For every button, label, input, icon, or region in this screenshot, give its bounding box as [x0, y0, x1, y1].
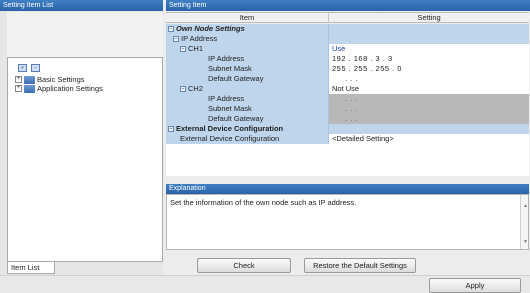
setting-cell: [329, 124, 529, 134]
expand-icon[interactable]: +: [15, 85, 22, 92]
column-header-setting: Setting: [417, 13, 441, 22]
item-cell: IP Address: [166, 94, 329, 104]
expand-all-icon[interactable]: +: [18, 64, 27, 72]
collapse-icon[interactable]: −: [168, 126, 174, 133]
collapse-icon[interactable]: −: [180, 46, 186, 53]
item-cell: IP Address: [166, 54, 329, 64]
check-button[interactable]: Check: [197, 258, 291, 273]
detailed-setting-link[interactable]: <Detailed Setting>: [329, 134, 529, 144]
folder-icon: [24, 75, 35, 84]
tree-item-basic-settings[interactable]: + Basic Settings: [15, 75, 85, 84]
table-row[interactable]: External Device Configuration <Detailed …: [166, 134, 529, 144]
collapse-all-icon[interactable]: −: [31, 64, 40, 72]
item-cell: Subnet Mask: [166, 64, 329, 74]
table-row[interactable]: − IP Address: [166, 34, 529, 44]
scroll-up-icon[interactable]: ▲: [523, 203, 528, 209]
tree-item-label: Application Settings: [37, 84, 103, 93]
item-cell: Default Gateway: [166, 74, 329, 84]
table-row[interactable]: − CH1 Use: [166, 44, 529, 54]
table-row[interactable]: IP Address 192 . 168 . 3 . 3: [166, 54, 529, 64]
ip-address-field[interactable]: 192 . 168 . 3 . 3: [329, 54, 529, 64]
table-row[interactable]: Subnet Mask 255 . 255 . 255 . 0: [166, 64, 529, 74]
explanation-text: Set the information of the own node such…: [170, 198, 357, 207]
setting-item-list-title: Setting Item List: [0, 0, 163, 11]
collapse-icon[interactable]: −: [168, 26, 174, 33]
grid-header: Item Setting: [166, 12, 529, 23]
setting-cell: [329, 34, 529, 44]
collapse-icon[interactable]: −: [180, 86, 186, 93]
explanation-scrollbar[interactable]: ▲ ▼: [520, 195, 528, 249]
item-cell: − Own Node Settings: [166, 24, 329, 34]
tree-toolbar-area: [7, 12, 163, 57]
tab-item-list[interactable]: Item List: [7, 262, 55, 274]
table-row: Subnet Mask . . .: [166, 104, 529, 114]
item-cell: − IP Address: [166, 34, 329, 44]
scroll-down-icon[interactable]: ▼: [523, 239, 528, 245]
tree-toolbar: + −: [18, 64, 40, 72]
item-cell: External Device Configuration: [166, 134, 329, 144]
expand-icon[interactable]: +: [15, 76, 22, 83]
column-header-item: Item: [166, 13, 329, 22]
default-gateway-field[interactable]: . . .: [329, 74, 529, 84]
table-row[interactable]: Default Gateway . . .: [166, 74, 529, 84]
item-cell: − CH1: [166, 44, 329, 54]
subnet-mask-field-disabled: . . .: [329, 104, 529, 114]
setting-cell-ch2[interactable]: Not Use: [329, 84, 529, 94]
bottom-bar: Apply: [0, 275, 530, 293]
table-row[interactable]: − CH2 Not Use: [166, 84, 529, 94]
setting-item-pane: Setting Item Item Setting − Own Node Sett…: [166, 0, 530, 293]
setting-item-list-pane: Setting Item List + − + Basic Settings +…: [0, 0, 163, 293]
ip-address-field-disabled: . . .: [329, 94, 529, 104]
item-cell: − CH2: [166, 84, 329, 94]
item-cell: Default Gateway: [166, 114, 329, 124]
item-cell: − External Device Configuration: [166, 124, 329, 134]
default-gateway-field-disabled: . . .: [329, 114, 529, 124]
tree-item-label: Basic Settings: [37, 75, 85, 84]
table-row[interactable]: − Own Node Settings: [166, 24, 529, 34]
table-row: IP Address . . .: [166, 94, 529, 104]
table-row: Default Gateway . . .: [166, 114, 529, 124]
explanation-title: Explanation: [166, 184, 529, 194]
explanation-box: Set the information of the own node such…: [166, 194, 529, 250]
subnet-mask-field[interactable]: 255 . 255 . 255 . 0: [329, 64, 529, 74]
setting-item-title: Setting Item: [166, 0, 530, 11]
setting-cell: [329, 24, 529, 34]
restore-defaults-button[interactable]: Restore the Default Settings: [304, 258, 416, 273]
item-cell: Subnet Mask: [166, 104, 329, 114]
folder-icon: [24, 84, 35, 93]
tree-item-application-settings[interactable]: + Application Settings: [15, 84, 103, 93]
setting-cell-ch1[interactable]: Use: [329, 44, 529, 54]
collapse-icon[interactable]: −: [173, 36, 179, 43]
table-row[interactable]: − External Device Configuration: [166, 124, 529, 134]
settings-grid: − Own Node Settings − IP Address − CH1 Use …: [166, 24, 529, 176]
setting-tree[interactable]: + − + Basic Settings + Application Setti…: [7, 57, 163, 262]
apply-button[interactable]: Apply: [429, 278, 521, 293]
